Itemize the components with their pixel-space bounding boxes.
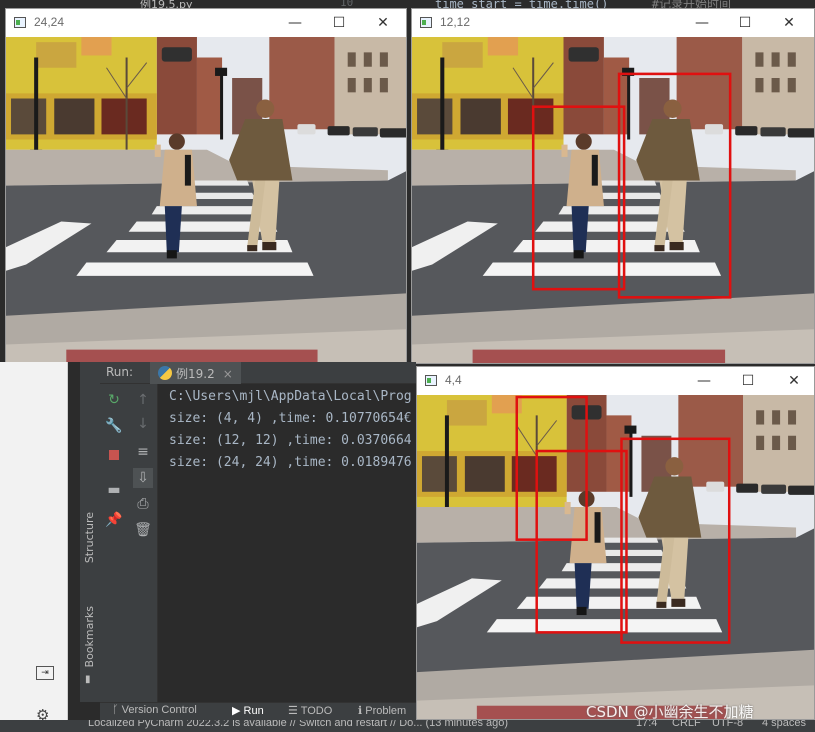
close-button[interactable]: ✕ [778, 12, 800, 34]
detection-image [412, 37, 814, 363]
run-toolbar-right: ↑ ↓ ≡ ⇩ ⎙ 🗑 [128, 384, 158, 702]
maximize-button[interactable]: ☐ [734, 12, 756, 34]
maximize-button[interactable]: ☐ [737, 370, 759, 392]
rerun-icon[interactable]: ↻ [104, 390, 124, 410]
wrench-icon[interactable]: 🔧 [104, 416, 124, 436]
stop-icon[interactable] [104, 446, 124, 466]
window-12-12[interactable]: 12,12 — ☐ ✕ [411, 8, 815, 364]
pin-icon[interactable]: 📌 [104, 510, 124, 530]
run-toolbar-left: ↻ 🔧 ▬ 📌 [100, 384, 128, 702]
layout-icon[interactable]: ▬ [104, 480, 124, 500]
window-title: 4,4 [445, 373, 462, 387]
status-message[interactable]: Localized PyCharm 2022.3.2 is available … [88, 720, 508, 729]
minimize-button[interactable]: — [284, 12, 306, 34]
version-control-label: Version Control [121, 704, 197, 716]
indent-setting[interactable]: 4 spaces [762, 720, 806, 729]
run-config-tab[interactable]: 例19.2 × [150, 362, 241, 384]
terminal-icon[interactable]: ⇥ [36, 666, 54, 680]
console-line: size: (4, 4) ,time: 0.10770654€ [169, 411, 412, 426]
detection-image [6, 37, 406, 363]
structure-tab[interactable]: Structure [83, 512, 96, 563]
print-icon[interactable]: ⎙ [133, 494, 153, 514]
scroll-to-end-icon[interactable]: ⇩ [133, 468, 153, 488]
trash-icon[interactable]: 🗑 [133, 520, 153, 540]
window-titlebar[interactable]: 4,4 — ☐ ✕ [417, 367, 814, 395]
window-title: 12,12 [440, 15, 471, 29]
run-tool-window: ⇥ ⚙ Structure Bookmarks ▮ Run: 例19.2 × ↻ … [0, 362, 416, 732]
python-icon [158, 366, 172, 380]
minimize-button[interactable]: — [691, 12, 713, 34]
console-line: size: (12, 12) ,time: 0.0370664 [169, 433, 412, 448]
tab-version-control[interactable]: ᚴ Version Control [112, 704, 197, 716]
todo-label: TODO [300, 705, 333, 717]
run-tab-text: Run [243, 705, 264, 717]
window-24-24[interactable]: 24,24 — ☐ ✕ [5, 8, 407, 364]
window-app-icon [14, 17, 26, 28]
console-line: size: (24, 24) ,time: 0.0189476 [169, 455, 412, 470]
minimize-button[interactable]: — [693, 370, 715, 392]
console-output[interactable]: C:\Users\mjl\AppData\Local\Prog size: (4… [158, 384, 416, 702]
tab-todo[interactable]: ☰ TODO [288, 704, 332, 717]
run-label: Run: [106, 365, 134, 379]
maximize-button[interactable]: ☐ [328, 12, 350, 34]
close-button[interactable]: ✕ [372, 12, 394, 34]
bottom-tool-tabs: ᚴ Version Control ▶ Run ☰ TODO ℹ Problem [100, 702, 416, 720]
window-4-4[interactable]: 4,4 — ☐ ✕ [416, 366, 815, 720]
bookmarks-tab[interactable]: Bookmarks [83, 606, 96, 667]
play-icon: ▶ [232, 705, 244, 717]
bookmark-icon: ▮ [85, 674, 91, 685]
window-titlebar[interactable]: 12,12 — ☐ ✕ [412, 9, 814, 37]
soft-wrap-icon[interactable]: ≡ [133, 442, 153, 462]
run-tab-label: 例19.2 [176, 367, 215, 381]
window-titlebar[interactable]: 24,24 — ☐ ✕ [6, 9, 406, 37]
console-line: C:\Users\mjl\AppData\Local\Prog [169, 389, 412, 404]
watermark: CSDN @小幽余生不加糖 [586, 703, 754, 721]
branch-icon: ᚴ [112, 704, 122, 716]
close-tab-icon[interactable]: × [223, 367, 233, 381]
window-title: 24,24 [34, 15, 65, 29]
list-icon: ☰ [288, 705, 301, 717]
run-header: Run: 例19.2 × [100, 362, 416, 384]
tab-problems[interactable]: ℹ Problem [358, 704, 406, 717]
close-button[interactable]: ✕ [783, 370, 805, 392]
side-tool-stripe: Structure Bookmarks ▮ [80, 362, 100, 702]
problems-label: Problem [365, 705, 407, 717]
left-gutter: ⇥ ⚙ [0, 362, 68, 732]
arrow-up-icon[interactable]: ↑ [133, 390, 153, 410]
detection-image [417, 395, 814, 719]
arrow-down-icon[interactable]: ↓ [133, 414, 153, 434]
window-app-icon [420, 17, 432, 28]
window-app-icon [425, 375, 437, 386]
tab-run[interactable]: ▶ Run [232, 704, 264, 717]
